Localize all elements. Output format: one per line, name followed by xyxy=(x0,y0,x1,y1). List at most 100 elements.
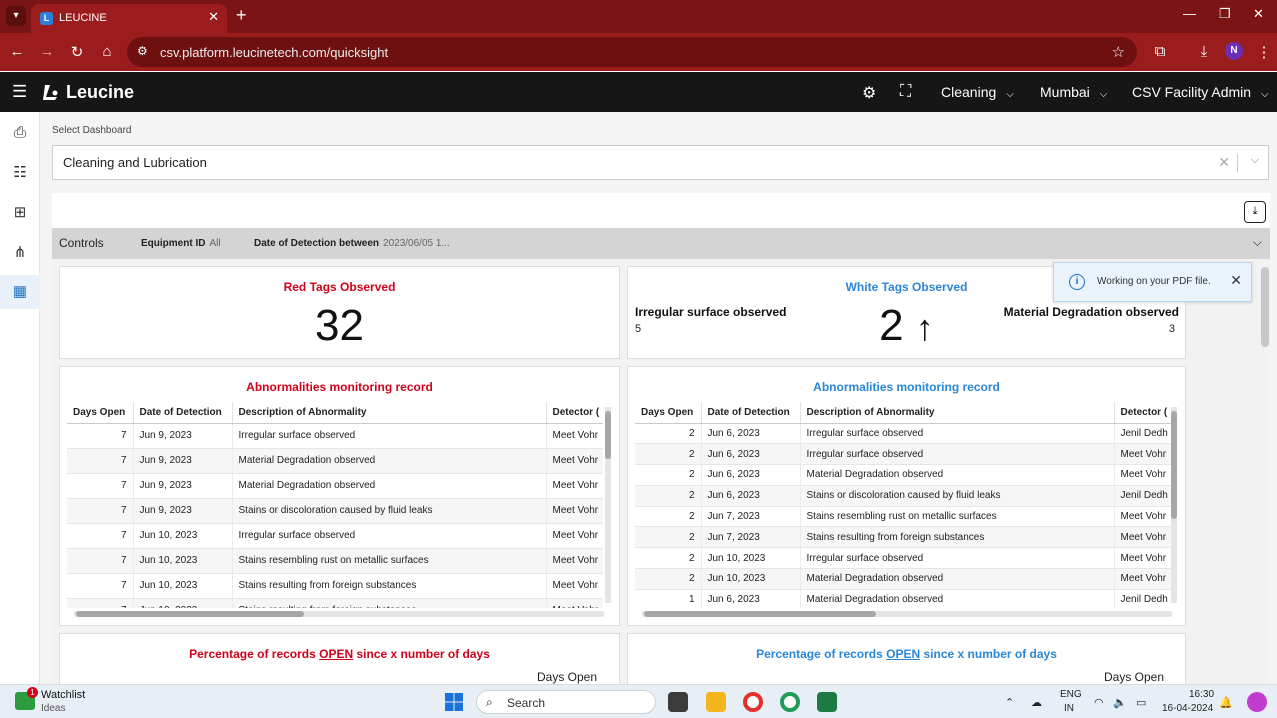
table-row[interactable]: 7 Jun 9, 2023 Stains or discoloration caus… xyxy=(67,498,603,524)
table-cell: Stains resembling rust on metallic surfa… xyxy=(232,548,547,574)
use-case-dropdown[interactable]: Cleaning ⌵ xyxy=(941,84,1014,100)
column-header[interactable]: Description of Abnormality xyxy=(232,402,547,424)
copilot-icon[interactable] xyxy=(1247,692,1267,712)
restore-icon[interactable]: ❐ xyxy=(1219,6,1231,22)
column-header[interactable]: Days Open xyxy=(67,402,134,424)
white-abnormalities-table[interactable]: Days Open Date of Detection Description … xyxy=(635,402,1172,608)
vertical-scrollbar[interactable] xyxy=(1171,407,1177,603)
excel-icon[interactable] xyxy=(817,692,837,712)
dashboard-select[interactable]: Cleaning and Lubrication ✕ ⌵ xyxy=(52,145,1269,180)
table-row[interactable]: 7 Jun 10, 2023 Irregular surface observed M… xyxy=(67,523,603,549)
chevron-down-icon[interactable]: ⌵ xyxy=(1253,235,1262,250)
sidebar-checklist-icon[interactable]: ☷ xyxy=(0,156,40,190)
tab-search-button[interactable]: ▾ xyxy=(6,6,26,26)
page-scrollbar[interactable] xyxy=(1261,267,1269,347)
chevron-down-icon[interactable]: ⌵ xyxy=(1251,154,1259,167)
back-icon[interactable]: ← xyxy=(8,43,26,60)
sidebar-dashboard-icon[interactable]: ▦ xyxy=(0,275,40,309)
volume-icon[interactable]: 🔈 xyxy=(1113,696,1127,709)
table-row[interactable]: 2 Jun 7, 2023 Stains resembling rust on me… xyxy=(635,506,1172,528)
column-header[interactable]: Date of Detection xyxy=(701,402,801,424)
new-tab-icon[interactable]: + xyxy=(236,5,247,26)
equipment-id-control[interactable]: Equipment ID All xyxy=(141,238,221,249)
table-row[interactable]: 7 Jun 9, 2023 Material Degradation observe… xyxy=(67,473,603,499)
table-row[interactable]: 2 Jun 7, 2023 Stains resulting from foreig… xyxy=(635,526,1172,549)
home-icon[interactable]: ⌂ xyxy=(98,43,116,60)
table-cell: Jun 10, 2023 xyxy=(701,547,801,570)
windows-start-icon[interactable] xyxy=(445,693,463,711)
column-header[interactable]: Days Open xyxy=(635,402,702,424)
browser-tab[interactable]: L LEUCINE ✕ xyxy=(31,4,227,33)
download-pdf-icon[interactable]: ⤓ xyxy=(1244,201,1266,223)
extensions-icon[interactable]: ⧉ xyxy=(1151,43,1169,60)
widget-title[interactable]: Watchlist xyxy=(41,689,85,701)
column-header[interactable]: Date of Detection xyxy=(133,402,233,424)
tray-overflow-icon[interactable]: ⌃ xyxy=(1005,696,1014,709)
table-row[interactable]: 2 Jun 6, 2023 Stains or discoloration caus… xyxy=(635,485,1172,507)
table-row[interactable]: 2 Jun 6, 2023 Irregular surface observed Me… xyxy=(635,443,1172,466)
horizontal-scrollbar[interactable] xyxy=(642,611,1172,617)
url-text[interactable]: csv.platform.leucinetech.com/quicksight xyxy=(160,45,388,60)
red-tags-kpi-card: Red Tags Observed 32 xyxy=(59,266,620,359)
table-cell: Meet Vohr xyxy=(546,423,603,449)
bookmark-star-icon[interactable]: ☆ xyxy=(1112,43,1125,61)
table-cell: Irregular surface observed xyxy=(800,423,1115,445)
table-row[interactable]: 2 Jun 6, 2023 Irregular surface observed Je… xyxy=(635,423,1172,445)
red-pct-title: Percentage of records OPEN since x numbe… xyxy=(189,647,490,661)
date-range-control[interactable]: Date of Detection between 2023/06/05 1... xyxy=(254,238,450,249)
close-icon[interactable]: ✕ xyxy=(1230,272,1242,289)
wifi-icon[interactable]: ◠ xyxy=(1094,696,1104,709)
language-indicator[interactable]: ENG xyxy=(1060,689,1082,700)
table-cell: Irregular surface observed xyxy=(232,423,547,449)
battery-icon[interactable]: ▭ xyxy=(1136,696,1146,709)
tray-app-icon[interactable]: ☁ xyxy=(1031,696,1042,709)
site-info-icon[interactable]: ⚙ xyxy=(137,44,148,58)
clear-icon[interactable]: ✕ xyxy=(1218,154,1230,171)
table-cell: 7 xyxy=(67,523,134,549)
facility-dropdown[interactable]: Mumbai ⌵ xyxy=(1040,84,1107,100)
horizontal-scrollbar[interactable] xyxy=(74,611,604,617)
table-row[interactable]: 7 Jun 9, 2023 Irregular surface observed Me… xyxy=(67,423,603,449)
close-window-icon[interactable]: ✕ xyxy=(1253,6,1264,22)
column-header[interactable]: Detector ( xyxy=(546,402,603,424)
vertical-scrollbar[interactable] xyxy=(605,407,611,603)
controls-bar[interactable]: Controls Equipment ID All Date of Detecti… xyxy=(52,228,1270,259)
table-row[interactable]: 2 Jun 10, 2023 Irregular surface observed M… xyxy=(635,547,1172,570)
file-explorer-icon[interactable] xyxy=(706,692,726,712)
sidebar-inbox-icon[interactable]: ⎙ xyxy=(0,116,40,150)
table-row[interactable]: 7 Jun 10, 2023 Stains resembling rust on m… xyxy=(67,548,603,574)
notification-bell-icon[interactable]: 🔔 xyxy=(1219,696,1233,709)
table-cell: Meet Vohr xyxy=(1114,526,1172,549)
sidebar-hierarchy-icon[interactable]: ⋔ xyxy=(0,236,40,270)
table-row[interactable]: 2 Jun 10, 2023 Material Degradation observ… xyxy=(635,568,1172,590)
table-row[interactable]: 1 Jun 6, 2023 Material Degradation observe… xyxy=(635,589,1172,608)
chrome-profile-icon[interactable] xyxy=(780,692,800,712)
scan-icon[interactable]: ⛶ xyxy=(900,83,911,101)
column-header[interactable]: Detector ( xyxy=(1114,402,1172,424)
minimize-icon[interactable]: — xyxy=(1183,6,1196,21)
clock-time[interactable]: 16:30 xyxy=(1189,689,1214,700)
table-row[interactable]: 7Jun 10, 2023Stains resulting from forei… xyxy=(67,598,603,608)
forward-icon[interactable]: → xyxy=(38,43,56,60)
profile-avatar[interactable]: N xyxy=(1225,42,1243,60)
table-row[interactable]: 2 Jun 6, 2023 Material Degradation observe… xyxy=(635,464,1172,486)
chrome-icon[interactable] xyxy=(743,692,763,712)
clock-date[interactable]: 16-04-2024 xyxy=(1162,703,1213,714)
close-tab-icon[interactable]: ✕ xyxy=(208,9,219,25)
sidebar-workflow-icon[interactable]: ⊞ xyxy=(0,196,40,230)
address-bar[interactable]: ⚙ csv.platform.leucinetech.com/quicksigh… xyxy=(127,37,1137,67)
download-icon[interactable]: ⤓ xyxy=(1195,43,1213,60)
hamburger-menu-icon[interactable]: ☰ xyxy=(12,82,27,102)
red-abnormalities-table[interactable]: Days Open Date of Detection Description … xyxy=(67,402,603,608)
table-row[interactable]: 7 Jun 9, 2023 Material Degradation observe… xyxy=(67,448,603,474)
user-role-dropdown[interactable]: CSV Facility Admin ⌵ xyxy=(1132,84,1269,100)
notification-badge: 1 xyxy=(27,687,38,698)
column-header[interactable]: Description of Abnormality xyxy=(800,402,1115,424)
settings-gear-icon[interactable]: ⚙ xyxy=(862,83,876,103)
reload-icon[interactable]: ↻ xyxy=(68,43,86,61)
task-view-icon[interactable] xyxy=(668,692,688,712)
table-row[interactable]: 7Jun 10, 2023Stains resulting from forei… xyxy=(67,573,603,599)
table-cell: Stains resulting from foreign substances xyxy=(232,598,547,608)
browser-menu-icon[interactable]: ⋮ xyxy=(1255,43,1273,61)
taskbar-search-box[interactable]: ⌕ Search xyxy=(476,690,656,714)
